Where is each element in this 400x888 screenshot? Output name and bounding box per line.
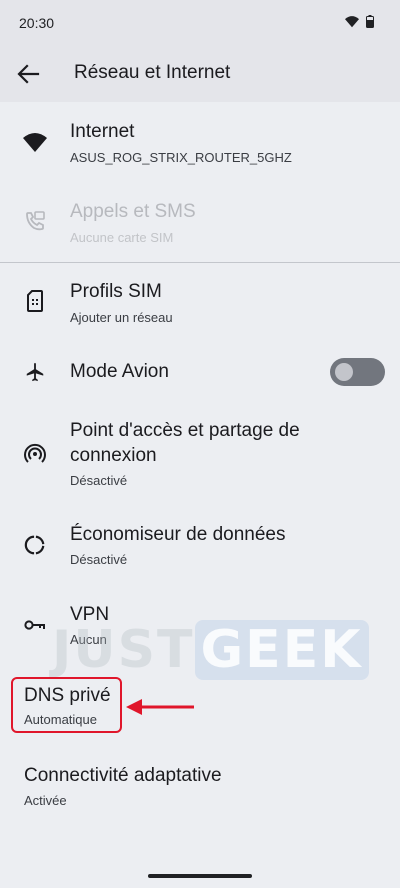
hotspot-subtitle: Désactivé — [70, 473, 128, 488]
annotation-arrow-icon — [126, 699, 194, 715]
calls-sms-item: Appels et SMS Aucune carte SIM — [0, 184, 400, 262]
phone-sms-icon — [22, 208, 48, 234]
sim-profiles-title: Profils SIM — [70, 281, 162, 302]
adaptive-connectivity-subtitle: Activée — [24, 793, 67, 808]
app-bar: Réseau et Internet — [0, 46, 400, 102]
key-icon — [22, 612, 48, 638]
sim-profiles-subtitle: Ajouter un réseau — [70, 310, 173, 325]
sim-profiles-item[interactable]: Profils SIM Ajouter un réseau — [0, 264, 400, 340]
airplane-mode-title: Mode Avion — [70, 361, 169, 382]
section-divider — [0, 262, 400, 263]
wifi-status-icon — [345, 15, 359, 27]
calls-sms-subtitle: Aucune carte SIM — [70, 230, 174, 245]
highlight-annotation-box — [11, 677, 122, 733]
airplane-icon — [22, 359, 48, 385]
airplane-mode-toggle[interactable] — [330, 358, 385, 386]
page-title: Réseau et Internet — [74, 62, 231, 83]
internet-item[interactable]: Internet ASUS_ROG_STRIX_ROUTER_5GHZ — [0, 104, 400, 184]
adaptive-connectivity-title: Connectivité adaptative — [24, 765, 222, 786]
hotspot-title-line2: connexion — [70, 445, 157, 466]
status-icons — [345, 15, 374, 28]
internet-subtitle: ASUS_ROG_STRIX_ROUTER_5GHZ — [70, 150, 292, 165]
back-arrow-icon[interactable] — [14, 62, 42, 86]
hotspot-title-line1: Point d'accès et partage de — [70, 420, 300, 441]
status-bar: 20:30 — [0, 0, 400, 46]
data-saver-title: Économiseur de données — [70, 524, 286, 545]
sim-card-icon — [22, 288, 48, 314]
toggle-thumb — [335, 363, 353, 381]
data-saver-subtitle: Désactivé — [70, 552, 128, 567]
battery-icon — [366, 15, 374, 28]
internet-title: Internet — [70, 121, 135, 142]
data-saver-item[interactable]: Économiseur de données Désactivé — [0, 506, 400, 586]
status-time: 20:30 — [19, 15, 55, 31]
adaptive-connectivity-item[interactable]: Connectivité adaptative Activée — [0, 750, 400, 820]
gesture-nav-handle[interactable] — [148, 874, 252, 878]
calls-sms-title: Appels et SMS — [70, 201, 196, 222]
hotspot-item[interactable]: Point d'accès et partage de connexion Dé… — [0, 404, 400, 504]
wifi-icon — [22, 130, 48, 156]
hotspot-icon — [22, 440, 48, 466]
data-saver-icon — [22, 532, 48, 558]
